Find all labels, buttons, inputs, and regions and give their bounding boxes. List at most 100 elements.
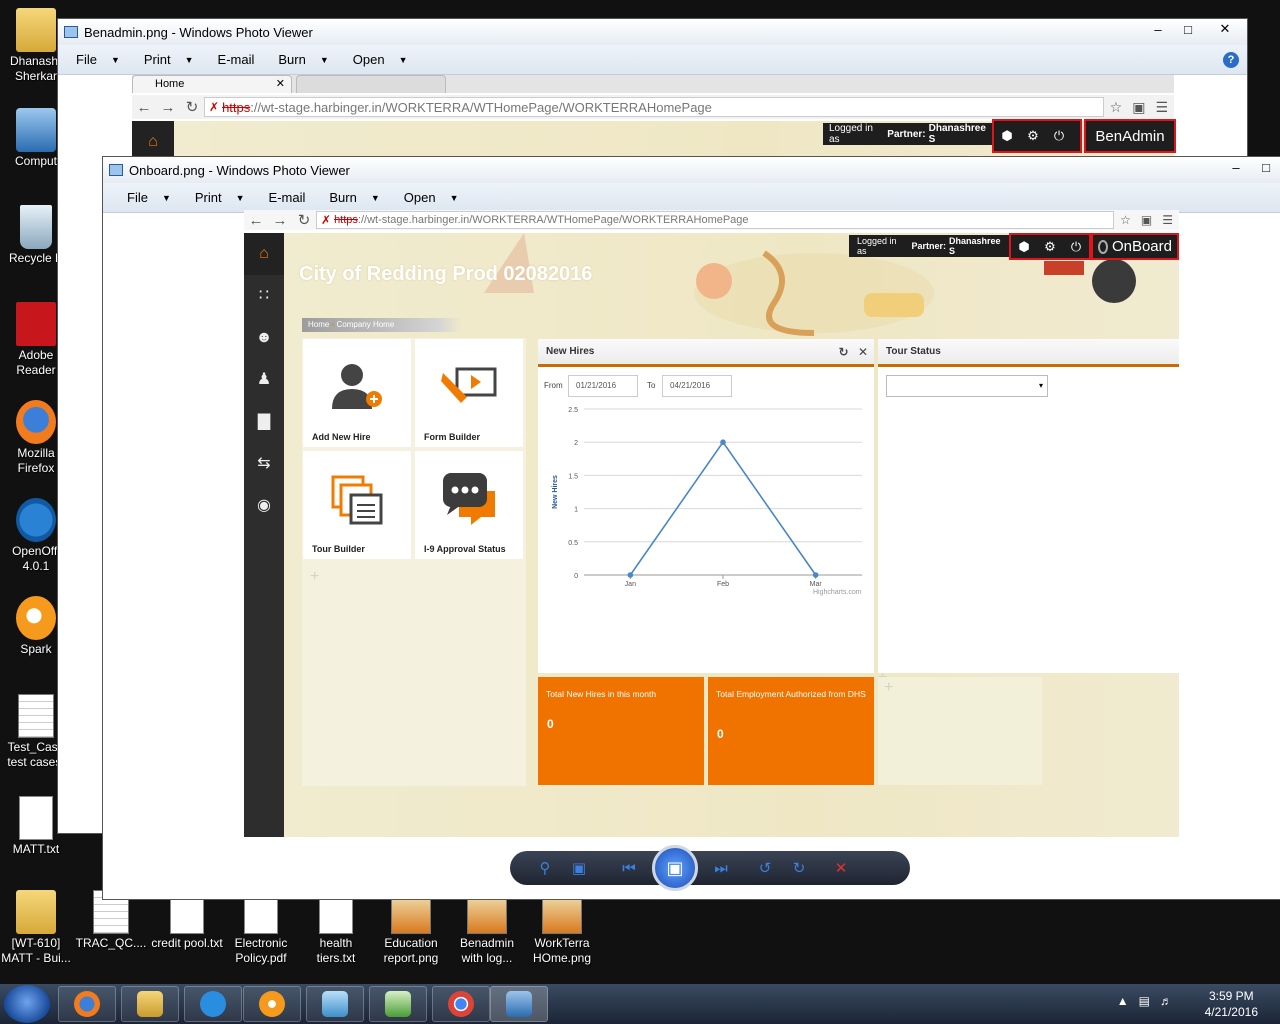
- desktop-icon-health-tiers[interactable]: health tiers.txt: [300, 890, 372, 966]
- add-stat-icon[interactable]: +: [884, 679, 893, 697]
- back-arrow-icon[interactable]: ←: [244, 212, 268, 229]
- taskbar-explorer[interactable]: [121, 986, 179, 1022]
- tour-status-select[interactable]: ▾: [886, 375, 1048, 397]
- forward-arrow-icon[interactable]: →: [268, 212, 292, 229]
- reload-icon[interactable]: ↻: [292, 211, 316, 229]
- user-icon[interactable]: ♟: [244, 359, 284, 401]
- browser-address-row: ← → ↻ ✗ https ://wt-stage.harbinger.in/W…: [244, 210, 1179, 230]
- taskbar-firefox[interactable]: [58, 986, 116, 1022]
- taskbar-chrome[interactable]: [432, 986, 490, 1022]
- menu-email[interactable]: E-mail: [218, 52, 255, 67]
- add-tile-icon[interactable]: +: [310, 568, 319, 586]
- extension-icon[interactable]: ▣: [1132, 99, 1145, 116]
- close-icon[interactable]: ✕: [276, 76, 285, 92]
- chevron-down-icon: ▼: [235, 192, 245, 203]
- menu-print[interactable]: Print ▼: [195, 190, 245, 205]
- browser-tab-home[interactable]: Home ✕: [132, 75, 292, 93]
- minimize-button[interactable]: –: [1221, 157, 1251, 177]
- desktop-icon-benadmin-login[interactable]: Benadmin with log...: [451, 890, 523, 966]
- reports-icon[interactable]: ▇: [244, 401, 284, 443]
- bookmark-star-icon[interactable]: ☆: [1120, 213, 1131, 227]
- menu-burn[interactable]: Burn ▼: [329, 190, 379, 205]
- forward-arrow-icon[interactable]: →: [156, 99, 180, 116]
- previous-icon[interactable]: ⏮: [612, 860, 646, 877]
- chart-credit[interactable]: Highcharts.com: [813, 589, 862, 596]
- back-arrow-icon[interactable]: ←: [132, 99, 156, 116]
- breadcrumb-home[interactable]: Home: [308, 320, 329, 329]
- minimize-button[interactable]: –: [1143, 19, 1173, 39]
- taskbar-ie[interactable]: [184, 986, 242, 1022]
- cube-icon[interactable]: ⬢: [1011, 239, 1037, 255]
- sitemap-icon[interactable]: ∷: [244, 275, 284, 317]
- gear-icon[interactable]: ⚙: [1020, 128, 1046, 144]
- tile-add-new-hire[interactable]: Add New Hire: [303, 339, 411, 447]
- bookmark-star-icon[interactable]: ☆: [1110, 99, 1123, 116]
- rotate-left-icon[interactable]: ↺: [748, 859, 782, 877]
- photo-viewer-icon: [506, 991, 532, 1017]
- power-icon[interactable]: ⏻: [1046, 128, 1072, 144]
- maximize-button[interactable]: □: [1251, 157, 1280, 177]
- to-date-input[interactable]: 04/21/2016: [662, 375, 732, 397]
- refresh-icon[interactable]: ↻: [839, 345, 849, 359]
- tile-label: Tour Builder: [312, 544, 365, 554]
- zoom-icon[interactable]: ⚲: [528, 859, 562, 877]
- menu-print[interactable]: Print ▼: [144, 52, 194, 67]
- tile-form-builder[interactable]: Form Builder: [415, 339, 523, 447]
- browser-tab-inactive[interactable]: [296, 75, 446, 93]
- taskbar-spark[interactable]: [243, 986, 301, 1022]
- rotate-right-icon[interactable]: ↻: [782, 859, 816, 877]
- taskbar-photo-viewer[interactable]: [490, 986, 548, 1022]
- taskbar-office[interactable]: [369, 986, 427, 1022]
- reload-icon[interactable]: ↻: [180, 98, 204, 116]
- menu-email[interactable]: E-mail: [269, 190, 306, 205]
- window-title-bar[interactable]: Onboard.png - Windows Photo Viewer – □: [103, 157, 1280, 183]
- start-button[interactable]: [4, 985, 50, 1023]
- volume-icon[interactable]: ♬: [1160, 994, 1182, 1008]
- menu-open[interactable]: Open ▼: [353, 52, 408, 67]
- desktop-icon-education-report[interactable]: Education report.png: [375, 890, 447, 966]
- desktop-icon-electronic-policy[interactable]: Electronic Policy.pdf: [225, 890, 297, 966]
- next-icon[interactable]: ⏭: [704, 860, 738, 877]
- address-bar[interactable]: ✗ https ://wt-stage.harbinger.in/WORKTER…: [316, 211, 1115, 229]
- from-date-input[interactable]: 01/21/2016: [568, 375, 638, 397]
- menu-icon[interactable]: ☰: [1155, 99, 1168, 116]
- window-title-bar[interactable]: Benadmin.png - Windows Photo Viewer – □ …: [58, 19, 1247, 45]
- power-icon[interactable]: ⏻: [1063, 239, 1089, 255]
- home-icon[interactable]: ⌂: [132, 121, 174, 157]
- chat-icon[interactable]: ◉: [244, 485, 284, 527]
- menu-file[interactable]: File ▼: [76, 52, 120, 67]
- cube-icon[interactable]: ⬢: [994, 128, 1020, 144]
- desktop-icon-label: TRAC_QC....: [75, 936, 147, 950]
- slideshow-icon[interactable]: ▣: [652, 845, 698, 891]
- address-bar[interactable]: ✗ https ://wt-stage.harbinger.in/WORKTER…: [204, 97, 1104, 117]
- app-switcher[interactable]: BenAdmin: [1084, 119, 1176, 153]
- menu-open[interactable]: Open ▼: [404, 190, 459, 205]
- desktop-icon-workterra-home[interactable]: WorkTerra HOme.png: [526, 890, 598, 966]
- gear-icon[interactable]: ⚙: [1037, 239, 1063, 255]
- tile-i9-approval-status[interactable]: I-9 Approval Status: [415, 451, 523, 559]
- taskbar-app[interactable]: [306, 986, 364, 1022]
- network-icon[interactable]: ▤: [1139, 994, 1160, 1008]
- tile-tour-builder[interactable]: Tour Builder: [303, 451, 411, 559]
- delete-icon[interactable]: ✕: [824, 859, 858, 877]
- transfer-icon[interactable]: ⇆: [244, 443, 284, 485]
- help-icon[interactable]: ?: [1223, 51, 1239, 68]
- empty-stat-slot: +: [878, 677, 1042, 785]
- taskbar-clock[interactable]: 3:59 PM 4/21/2016: [1205, 988, 1258, 1020]
- app-switcher[interactable]: OnBoard: [1091, 233, 1179, 260]
- menu-icon[interactable]: ☰: [1162, 213, 1173, 227]
- home-icon[interactable]: ⌂: [244, 233, 284, 275]
- maximize-button[interactable]: □: [1173, 19, 1203, 39]
- desktop-icon-wt-610[interactable]: [WT-610] MATT - Bui...: [0, 890, 72, 966]
- actual-size-icon[interactable]: ▣: [562, 859, 596, 877]
- menu-file[interactable]: File ▼: [127, 190, 171, 205]
- user-settings-icon[interactable]: ☻: [244, 317, 284, 359]
- extension-icon[interactable]: ▣: [1141, 213, 1152, 227]
- show-hidden-icons-icon[interactable]: ▲: [1117, 994, 1139, 1008]
- browser-tabstrip: Home ✕: [132, 75, 1174, 93]
- menu-burn[interactable]: Burn ▼: [278, 52, 328, 67]
- close-icon[interactable]: ✕: [858, 345, 868, 359]
- close-button[interactable]: ✕: [1203, 19, 1247, 39]
- user-action-icons: ⬢ ⚙ ⏻: [1009, 233, 1091, 260]
- front-photo-viewer-window: Onboard.png - Windows Photo Viewer – □ F…: [102, 156, 1280, 900]
